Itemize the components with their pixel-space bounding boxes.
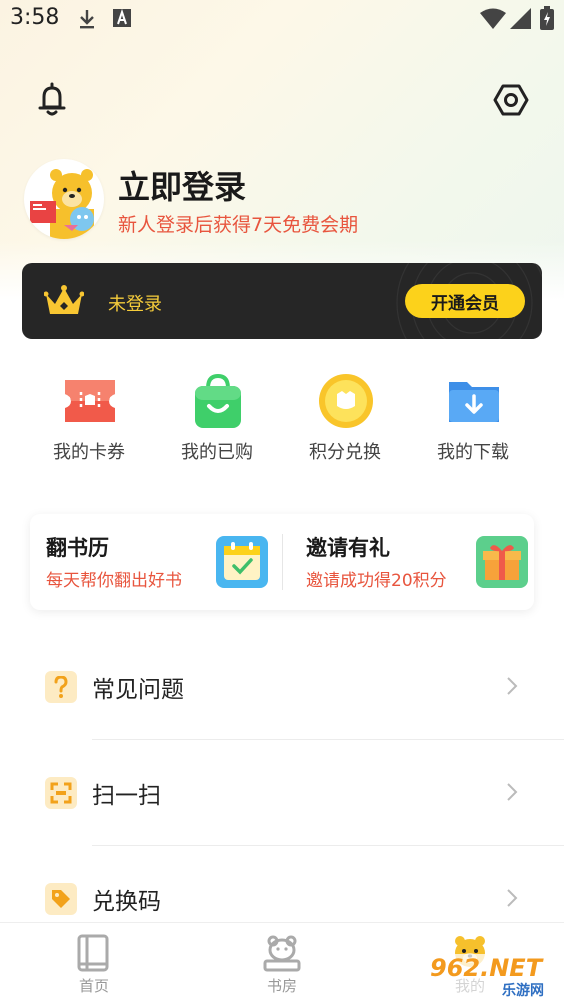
wifi-icon: [480, 8, 506, 34]
quick-action-purchased[interactable]: 我的已购: [153, 370, 281, 470]
header-background: [0, 0, 564, 300]
battery-icon: [540, 6, 554, 34]
promo-title: 邀请有礼: [306, 536, 390, 560]
watermark-text: 962.NET: [430, 954, 543, 982]
watermark-logo: 962.NET 乐游网: [422, 948, 564, 1004]
coin-icon: [317, 372, 375, 430]
ticket-icon: [61, 372, 119, 430]
status-time: 3:58: [10, 5, 60, 30]
text-status-icon: [113, 8, 131, 32]
quick-action-downloads[interactable]: 我的下载: [409, 370, 537, 470]
nav-label: 书房: [266, 977, 297, 995]
menu-item-label: 常见问题: [92, 677, 184, 703]
bookshelf-bear-icon: [262, 933, 302, 973]
download-folder-icon: [445, 372, 503, 430]
watermark-subtext: 乐游网: [502, 983, 544, 999]
quick-action-points[interactable]: 积分兑换: [281, 370, 409, 470]
menu-item-label: 扫一扫: [92, 783, 161, 809]
promo-subtitle: 邀请成功得20积分: [306, 571, 447, 591]
menu-item-faq[interactable]: 常见问题: [0, 634, 564, 740]
tag-icon: [45, 883, 77, 915]
notification-button[interactable]: [32, 82, 72, 122]
chevron-right-icon: [506, 676, 518, 700]
calendar-icon: [216, 536, 268, 592]
bell-icon: [35, 82, 69, 122]
chevron-right-icon: [506, 888, 518, 912]
login-subtitle: 新人登录后获得7天免费会期: [118, 214, 359, 236]
download-status-icon: [77, 8, 97, 34]
avatar[interactable]: [24, 159, 104, 239]
promo-card: 翻书历 每天帮你翻出好书 邀请有礼 邀请成功得20积分: [30, 514, 534, 610]
nav-tab-home[interactable]: 首页: [0, 923, 188, 1004]
bear-mascot-icon: [30, 169, 94, 239]
nav-tab-bookshelf[interactable]: 书房: [188, 923, 376, 1004]
scan-icon: [45, 777, 77, 809]
menu-item-scan[interactable]: 扫一扫: [0, 740, 564, 846]
vip-banner[interactable]: 未登录 开通会员: [22, 263, 542, 339]
settings-hexagon-icon: [493, 82, 529, 122]
promo-title: 翻书历: [46, 536, 109, 560]
shopping-bag-icon: [189, 372, 247, 430]
open-vip-button[interactable]: 开通会员: [405, 284, 525, 318]
promo-calendar[interactable]: 翻书历 每天帮你翻出好书: [30, 514, 282, 610]
gift-icon: [476, 536, 528, 592]
crown-icon: [43, 284, 85, 322]
menu-item-label: 兑换码: [92, 889, 161, 915]
quick-action-label: 我的卡券: [53, 442, 125, 463]
quick-action-coupons[interactable]: 我的卡券: [25, 370, 153, 470]
login-title[interactable]: 立即登录: [118, 162, 246, 208]
promo-invite[interactable]: 邀请有礼 邀请成功得20积分: [283, 514, 534, 610]
nav-label: 首页: [78, 977, 109, 995]
promo-subtitle: 每天帮你翻出好书: [46, 571, 182, 591]
signal-icon: [510, 8, 532, 34]
vip-status-text: 未登录: [108, 294, 162, 315]
quick-action-label: 积分兑换: [309, 442, 381, 463]
quick-action-label: 我的已购: [181, 442, 253, 463]
book-icon: [74, 933, 114, 973]
quick-action-label: 我的下载: [437, 442, 509, 463]
chevron-right-icon: [506, 782, 518, 806]
status-bar: 3:58: [0, 0, 564, 40]
question-icon: [45, 671, 77, 703]
settings-button[interactable]: [491, 82, 531, 122]
